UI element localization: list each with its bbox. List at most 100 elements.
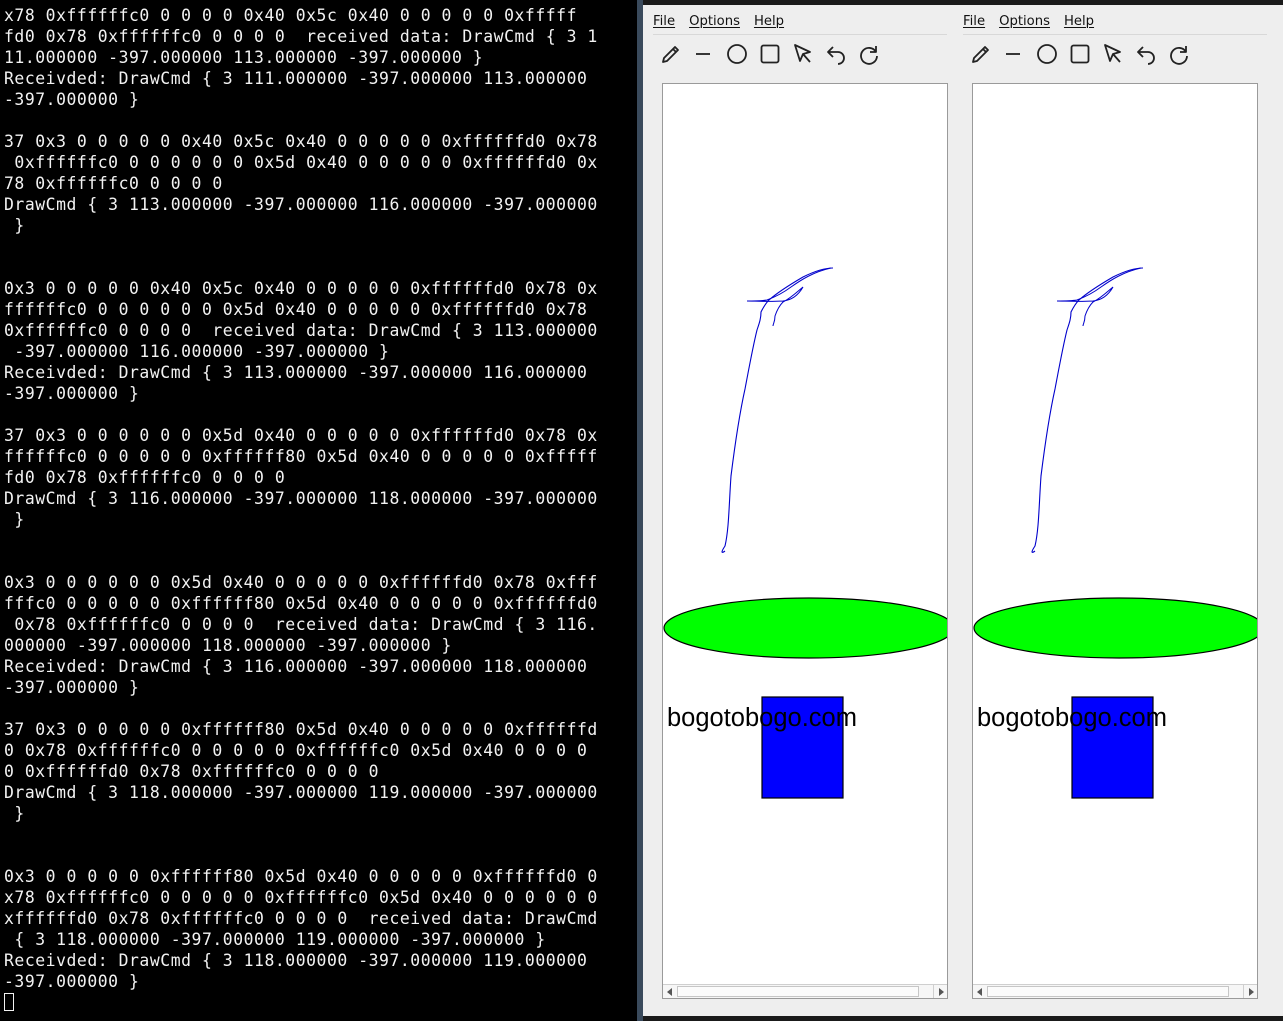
select-tool[interactable] — [791, 41, 824, 67]
ellipse-tool[interactable] — [1035, 41, 1068, 67]
menu-file[interactable]: File — [653, 14, 675, 34]
horizontal-scrollbar[interactable] — [973, 984, 1257, 998]
terminal-line: 0xffffffc0 0 0 0 0 received data: DrawCm… — [4, 321, 598, 340]
terminal-line: DrawCmd { 3 113.000000 -397.000000 116.0… — [4, 195, 598, 214]
drawing-canvas[interactable]: bogotobogo.com — [662, 83, 948, 999]
cursor-arrow-icon — [794, 44, 811, 63]
green-ellipse — [663, 597, 947, 659]
menu-help[interactable]: Help — [1064, 14, 1094, 34]
terminal-line: fffc0 0 0 0 0 0 0xffffff80 0x5d 0x40 0 0… — [4, 594, 598, 613]
drawing-canvas[interactable]: bogotobogo.com — [972, 83, 1258, 999]
terminal-line: 37 0x3 0 0 0 0 0 0 0x5d 0x40 0 0 0 0 0 0… — [4, 426, 598, 445]
line-tool[interactable] — [1002, 41, 1035, 67]
toolbar — [969, 41, 1200, 67]
select-tool[interactable] — [1101, 41, 1134, 67]
terminal-line: 37 0x3 0 0 0 0 0 0xffffff80 0x5d 0x40 0 … — [4, 720, 598, 739]
terminal-prompt[interactable] — [4, 992, 636, 1013]
terminal-output: x78 0xffffffc0 0 0 0 0 0x40 0x5c 0x40 0 … — [4, 5, 636, 1013]
drawing-app-window-left: File Options Help bogotobogo.com — [643, 5, 953, 1016]
terminal-line: -397.000000 116.000000 -397.000000 } — [4, 342, 390, 361]
menu-options[interactable]: Options — [999, 14, 1050, 34]
terminal-line: 0x3 0 0 0 0 0 0 0x5d 0x40 0 0 0 0 0 0xff… — [4, 573, 598, 592]
terminal-line: xffffffd0 0x78 0xffffffc0 0 0 0 0 receiv… — [4, 909, 598, 928]
square-icon — [1070, 44, 1090, 64]
menu-file[interactable]: File — [963, 14, 985, 34]
pencil-tool[interactable] — [969, 41, 1002, 67]
terminal-line: } — [4, 804, 25, 823]
freehand-stroke-loop — [1056, 267, 1142, 327]
terminal-line: 0xffffffc0 0 0 0 0 0 0 0x5d 0x40 0 0 0 0… — [4, 153, 598, 172]
pencil-tool[interactable] — [659, 41, 692, 67]
terminal-line: 11.000000 -397.000000 113.000000 -397.00… — [4, 48, 484, 67]
terminal-line: 37 0x3 0 0 0 0 0 0x40 0x5c 0x40 0 0 0 0 … — [4, 132, 598, 151]
menu-help[interactable]: Help — [754, 14, 784, 34]
pencil-icon — [972, 46, 989, 63]
undo-icon — [1137, 46, 1155, 65]
menu-bar: File Options Help — [653, 14, 798, 34]
ellipse-tool[interactable] — [725, 41, 758, 67]
rectangle-tool[interactable] — [1068, 41, 1101, 67]
terminal-line: Receivded: DrawCmd { 3 116.000000 -397.0… — [4, 657, 588, 676]
terminal-line: 0x3 0 0 0 0 0 0x40 0x5c 0x40 0 0 0 0 0 0… — [4, 279, 598, 298]
terminal-line: DrawCmd { 3 118.000000 -397.000000 119.0… — [4, 783, 598, 802]
terminal-line: -397.000000 } — [4, 384, 140, 403]
terminal-line: ffffffc0 0 0 0 0 0 0 0x5d 0x40 0 0 0 0 0… — [4, 300, 588, 319]
menu-bar: File Options Help — [963, 14, 1108, 34]
line-tool[interactable] — [692, 41, 725, 67]
terminal-line: 0x3 0 0 0 0 0 0xffffff80 0x5d 0x40 0 0 0… — [4, 867, 598, 886]
toolbar — [659, 41, 890, 67]
terminal-line: -397.000000 } — [4, 678, 140, 697]
undo-button[interactable] — [1134, 41, 1167, 67]
terminal-line: } — [4, 510, 25, 529]
redo-button[interactable] — [857, 41, 890, 67]
circle-icon — [1037, 44, 1057, 64]
circle-icon — [727, 44, 747, 64]
terminal-line: -397.000000 } — [4, 972, 140, 991]
canvas-drawing: bogotobogo.com — [973, 267, 1257, 799]
terminal-line: 78 0xffffffc0 0 0 0 0 — [4, 174, 223, 193]
terminal-line: DrawCmd { 3 116.000000 -397.000000 118.0… — [4, 489, 598, 508]
scrollbar-thumb[interactable] — [677, 986, 919, 997]
undo-icon — [827, 46, 845, 65]
redo-button[interactable] — [1167, 41, 1200, 67]
menu-separator — [963, 34, 1267, 35]
terminal-line: x78 0xffffffc0 0 0 0 0 0 0xffffffc0 0x5d… — [4, 888, 598, 907]
terminal-cursor — [4, 993, 14, 1011]
canvas-drawing: bogotobogo.com — [663, 267, 947, 799]
terminal-line: x78 0xffffffc0 0 0 0 0 0x40 0x5c 0x40 0 … — [4, 6, 577, 25]
redo-icon — [860, 46, 878, 65]
terminal-line: } — [4, 216, 25, 235]
scrollbar-thumb[interactable] — [987, 986, 1229, 997]
scroll-right-icon[interactable] — [1243, 985, 1257, 998]
drawing-app-window-right: File Options Help bogotobogo.com — [953, 5, 1267, 1016]
terminal-line: 0x78 0xffffffc0 0 0 0 0 received data: D… — [4, 615, 598, 634]
terminal-line: Receivded: DrawCmd { 3 113.000000 -397.0… — [4, 363, 588, 382]
terminal-line: -397.000000 } — [4, 90, 140, 109]
scroll-left-icon[interactable] — [973, 985, 987, 998]
menu-separator — [653, 34, 947, 35]
scroll-left-icon[interactable] — [663, 985, 677, 998]
square-icon — [760, 44, 780, 64]
line-icon — [696, 53, 710, 55]
rectangle-tool[interactable] — [758, 41, 791, 67]
horizontal-scrollbar[interactable] — [663, 984, 947, 998]
terminal-window[interactable]: x78 0xffffffc0 0 0 0 0 0x40 0x5c 0x40 0 … — [0, 0, 637, 1021]
menu-options[interactable]: Options — [689, 14, 740, 34]
terminal-line: 0 0xffffffd0 0x78 0xffffffc0 0 0 0 0 — [4, 762, 380, 781]
freehand-stroke-loop — [746, 267, 832, 327]
terminal-line: { 3 118.000000 -397.000000 119.000000 -3… — [4, 930, 546, 949]
canvas-text: bogotobogo.com — [667, 704, 857, 732]
pencil-icon — [662, 46, 679, 63]
redo-icon — [1170, 46, 1188, 65]
drawing-apps-area: File Options Help bogotobogo.com File Op… — [643, 5, 1283, 1016]
terminal-line: 000000 -397.000000 118.000000 -397.00000… — [4, 636, 452, 655]
scroll-right-icon[interactable] — [933, 985, 947, 998]
undo-button[interactable] — [824, 41, 857, 67]
